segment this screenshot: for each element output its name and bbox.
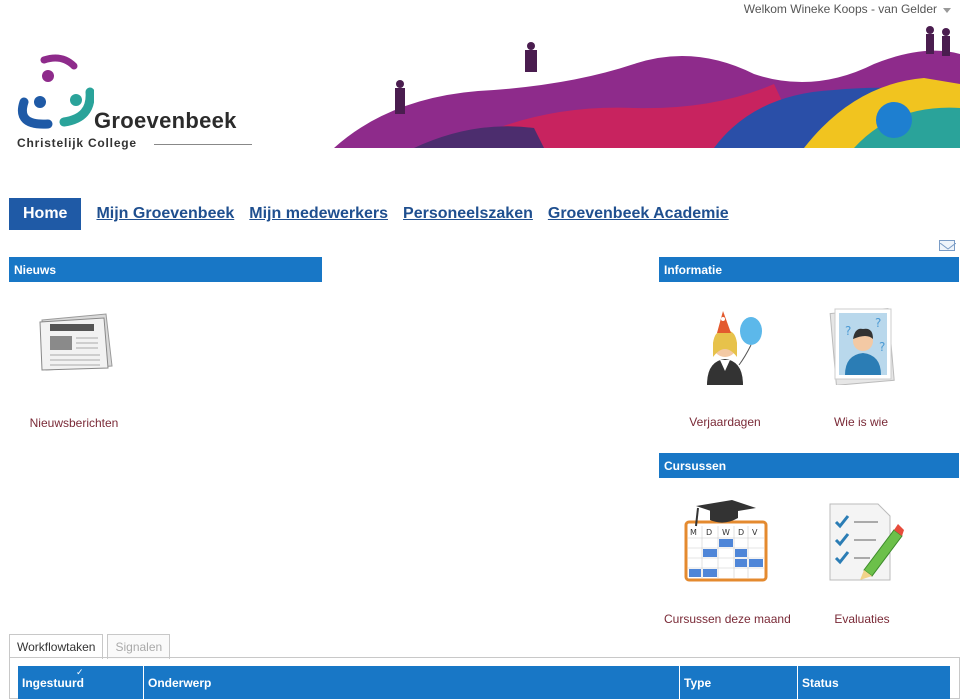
who-is-who-icon: ? ? ? [829,307,895,385]
birthday-person-icon [707,311,762,385]
svg-text:M: M [690,528,697,537]
logo-subtitle: Christelijk College [17,136,137,150]
column-header-onderwerp[interactable]: Onderwerp [144,666,680,699]
mail-icon[interactable] [939,240,957,251]
workflow-tabs: Workflowtaken Signalen [9,634,174,659]
chevron-down-icon [943,7,951,13]
column-header-ingestuurd[interactable]: Ingestuurd ✓ [18,666,144,699]
logo-mark-icon [18,54,94,129]
welcome-text: Welkom Wineke Koops - van Gelder [743,2,937,16]
svg-text:D: D [738,528,744,537]
tile-label-evaluaties[interactable]: Evaluaties [812,612,912,626]
svg-text:V: V [752,528,758,537]
svg-text:?: ? [879,340,885,354]
course-calendar-icon: M D W D V [684,500,768,582]
tile-cursussen-deze-maand[interactable]: M D W D V Cursussen deze maand [664,500,791,626]
newspaper-icon [39,313,113,371]
school-logo[interactable]: Groevenbeek Christelijk College [14,52,264,156]
section-header-nieuws: Nieuws [9,257,322,282]
tab-signalen[interactable]: Signalen [107,634,171,659]
svg-text:W: W [722,528,730,537]
nav-item-personeelszaken[interactable]: Personeelszaken [403,205,533,223]
logo-title: Groevenbeek [94,108,237,133]
tile-verjaardagen[interactable]: Verjaardagen [674,305,776,429]
section-header-cursussen: Cursussen [659,453,959,478]
nav-item-mijn-medewerkers[interactable]: Mijn medewerkers [249,205,388,223]
nav-item-mijn-groevenbeek[interactable]: Mijn Groevenbeek [96,205,234,223]
svg-text:?: ? [845,324,851,338]
section-header-informatie: Informatie [659,257,959,282]
tile-label-cursussen-deze-maand[interactable]: Cursussen deze maand [664,612,791,626]
tile-label-verjaardagen[interactable]: Verjaardagen [674,415,776,429]
svg-text:D: D [706,528,712,537]
column-header-status[interactable]: Status [798,666,950,699]
tile-nieuwsberichten[interactable]: Nieuwsberichten [24,308,124,430]
user-menu[interactable]: Welkom Wineke Koops - van Gelder [744,2,951,16]
logo-divider [154,144,252,145]
header-banner-image [334,26,960,148]
nav-item-home[interactable]: Home [9,198,82,230]
tab-workflowtaken[interactable]: Workflowtaken [9,634,104,659]
evaluation-checklist-icon [829,503,904,581]
nav-item-groevenbeek-academie[interactable]: Groevenbeek Academie [548,205,729,223]
tile-wie-is-wie[interactable]: ? ? ? Wie is wie [811,305,911,429]
main-navigation: Home Mijn Groevenbeek Mijn medewerkers P… [9,198,729,230]
sort-icon: ✓ [76,667,84,677]
svg-text:?: ? [875,316,881,330]
column-header-type[interactable]: Type [680,666,798,699]
tile-label-nieuwsberichten[interactable]: Nieuwsberichten [24,416,124,430]
tile-label-wie-is-wie[interactable]: Wie is wie [811,415,911,429]
workflow-table-header: Ingestuurd ✓ Onderwerp Type Status [18,666,950,699]
tile-evaluaties[interactable]: Evaluaties [812,500,912,626]
